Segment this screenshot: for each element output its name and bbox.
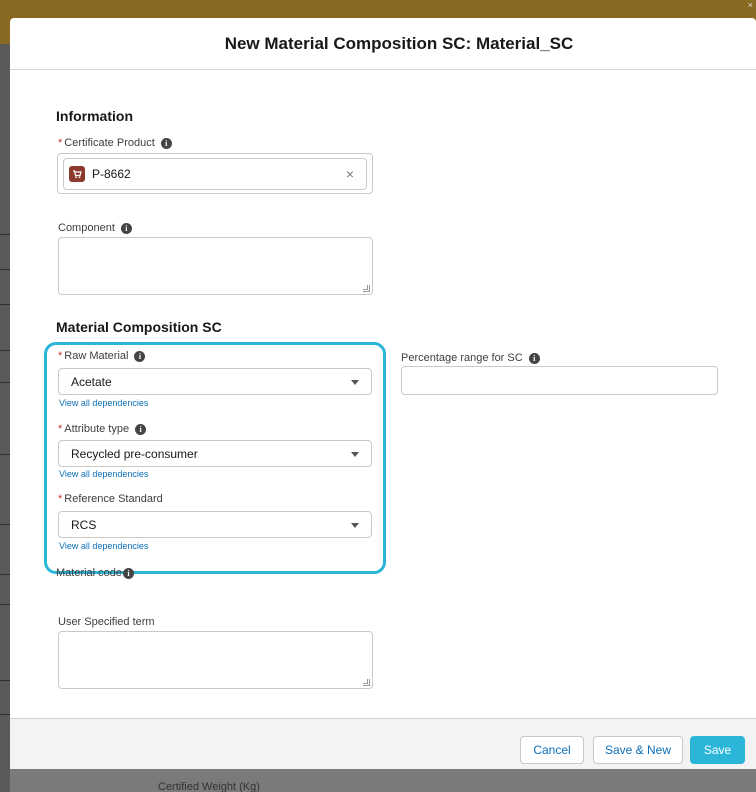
product-cart-icon <box>69 166 85 182</box>
required-marker: * <box>58 350 63 362</box>
selected-product-pill[interactable]: P-8662 × <box>63 158 367 190</box>
required-marker: * <box>58 493 63 505</box>
cancel-button[interactable]: Cancel <box>520 736 584 764</box>
info-icon[interactable]: i <box>528 352 540 364</box>
attribute-type-select[interactable]: Recycled pre-consumer <box>58 440 372 467</box>
save-and-new-button[interactable]: Save & New <box>593 736 683 764</box>
raw-material-value: Acetate <box>71 374 112 389</box>
modal-title: New Material Composition SC: Material_SC <box>224 33 574 53</box>
reference-standard-label: * Reference Standard <box>58 493 163 505</box>
modal-footer: Cancel Save & New Save <box>10 718 756 769</box>
resize-handle-icon[interactable] <box>363 285 370 292</box>
raw-material-dependencies-link[interactable]: View all dependencies <box>59 398 148 408</box>
percentage-range-input[interactable] <box>401 366 718 395</box>
background-page-strip <box>0 44 10 792</box>
raw-material-select[interactable]: Acetate <box>58 368 372 395</box>
chevron-down-icon <box>351 523 359 528</box>
reference-standard-label-text: Reference Standard <box>64 493 163 505</box>
modal-header: New Material Composition SC: Material_SC <box>10 18 756 70</box>
user-specified-term-textarea[interactable] <box>58 631 373 689</box>
save-button[interactable]: Save <box>690 736 745 764</box>
required-marker: * <box>58 423 63 435</box>
selected-product-value: P-8662 <box>92 167 131 181</box>
info-icon[interactable]: i <box>123 567 135 579</box>
reference-standard-value: RCS <box>71 517 97 532</box>
material-code-label: Material code i <box>56 567 135 579</box>
info-icon[interactable]: i <box>134 350 146 362</box>
user-specified-term-label-text: User Specified term <box>58 616 155 628</box>
info-icon[interactable]: i <box>135 423 147 435</box>
material-code-label-text: Material code <box>56 567 123 579</box>
component-textarea[interactable] <box>58 237 373 295</box>
reference-standard-select[interactable]: RCS <box>58 511 372 538</box>
background-close-icon: × <box>747 0 753 10</box>
certificate-product-label: * Certificate Product i <box>58 137 172 149</box>
reference-standard-dependencies-link[interactable]: View all dependencies <box>59 541 148 551</box>
percentage-range-label: Percentage range for SC i <box>401 352 540 364</box>
new-record-modal: New Material Composition SC: Material_SC… <box>10 18 756 769</box>
background-field-label: Certified Weight (Kg) <box>158 781 260 792</box>
certificate-product-lookup[interactable]: P-8662 × <box>57 153 373 194</box>
section-title-information: Information <box>56 108 133 124</box>
required-marker: * <box>58 137 63 149</box>
percentage-range-label-text: Percentage range for SC <box>401 352 523 364</box>
certificate-product-label-text: Certificate Product <box>64 137 155 149</box>
attribute-type-dependencies-link[interactable]: View all dependencies <box>59 469 148 479</box>
chevron-down-icon <box>351 452 359 457</box>
clear-selection-icon[interactable]: × <box>346 166 354 182</box>
attribute-type-label-text: Attribute type <box>64 423 130 435</box>
info-icon[interactable]: i <box>120 222 132 234</box>
raw-material-label-text: Raw Material <box>64 350 129 362</box>
chevron-down-icon <box>351 380 359 385</box>
raw-material-label: * Raw Material i <box>58 350 146 362</box>
attribute-type-label: * Attribute type i <box>58 423 147 435</box>
component-label-text: Component <box>58 222 115 234</box>
component-label: Component i <box>58 222 132 234</box>
section-title-material-composition: Material Composition SC <box>56 319 222 335</box>
info-icon[interactable]: i <box>160 137 172 149</box>
user-specified-term-label: User Specified term <box>58 616 155 628</box>
resize-handle-icon[interactable] <box>363 679 370 686</box>
attribute-type-value: Recycled pre-consumer <box>71 446 198 461</box>
